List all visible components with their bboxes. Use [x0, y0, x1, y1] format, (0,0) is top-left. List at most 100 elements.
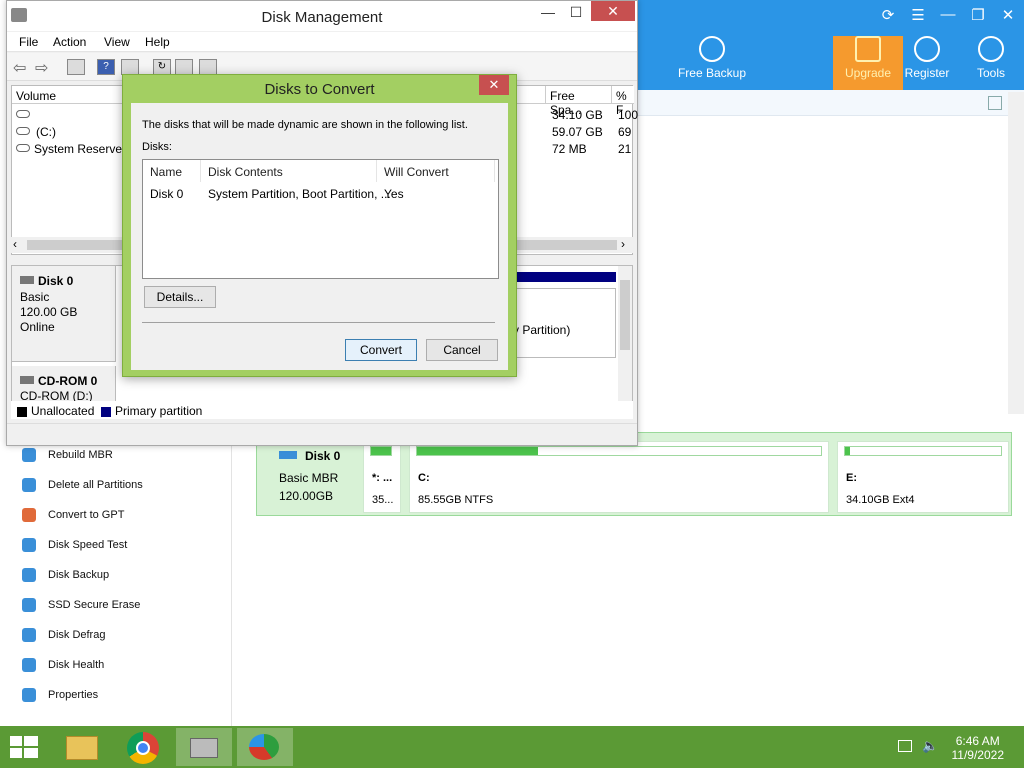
scroll-left-icon[interactable]: ‹	[13, 237, 17, 251]
free-backup-button[interactable]: Free Backup	[676, 36, 748, 90]
free-backup-label: Free Backup	[677, 66, 747, 80]
cdrom-info[interactable]: CD-ROM 0 CD-ROM (D:)	[12, 366, 116, 403]
search-key-icon	[914, 36, 940, 62]
back-arrow-icon[interactable]: ⇦	[13, 58, 26, 78]
trash-icon	[22, 478, 36, 492]
col-contents-label: Disk Contents	[208, 165, 283, 179]
rescan-icon[interactable]	[199, 59, 217, 75]
partition-label: *: ...	[372, 472, 393, 484]
partition-tool-taskbar-button[interactable]	[237, 728, 293, 766]
backup-icon	[22, 568, 36, 582]
col-name-label: Name	[150, 165, 183, 179]
right-scrollbar[interactable]	[1008, 92, 1024, 414]
help-icon[interactable]: ?	[97, 59, 115, 75]
health-icon	[22, 658, 36, 672]
network-icon[interactable]	[898, 740, 912, 752]
clock-time: 6:46 AM	[955, 734, 1000, 748]
row-convert: Yes	[384, 187, 404, 201]
app-toolbar: ⟳ ☰ — ❐ ✕ Free Backup Upgrade Register T…	[636, 0, 1024, 90]
menu-view[interactable]: View	[104, 35, 130, 49]
ssd-erase-item[interactable]: SSD Secure Erase	[22, 595, 140, 615]
dialog-title-bar[interactable]: Disks to Convert	[123, 75, 516, 103]
menu-action[interactable]: Action	[53, 35, 86, 49]
disk-backup-item[interactable]: Disk Backup	[22, 565, 109, 585]
speed-icon	[22, 538, 36, 552]
volume-name[interactable]: (C:)	[36, 125, 56, 139]
vertical-scrollbar[interactable]	[618, 266, 632, 402]
partition-c[interactable]: C: 85.55GB NTFS	[409, 441, 829, 513]
forward-arrow-icon[interactable]: ⇨	[35, 58, 48, 78]
list-row[interactable]: Disk 0 System Partition, Boot Partition,…	[143, 184, 498, 204]
disks-label: Disks:	[142, 141, 172, 153]
refresh-icon[interactable]: ⟳	[876, 6, 900, 24]
menu-help[interactable]: Help	[145, 35, 170, 49]
details-button[interactable]: Details...	[144, 286, 216, 308]
disk-management-taskbar-button[interactable]	[176, 728, 232, 766]
title-bar[interactable]: Disk Management — ☐ ✕	[7, 1, 637, 31]
volume-icon[interactable]: 🔈	[922, 738, 938, 754]
partition-tool-icon	[249, 734, 279, 760]
clock-date: 11/9/2022	[951, 748, 1005, 762]
properties-icon[interactable]	[121, 59, 139, 75]
volume-name[interactable]: System Reserved	[34, 142, 129, 156]
tools-button[interactable]: Tools	[956, 36, 1024, 90]
check-icon[interactable]	[175, 59, 193, 75]
register-label: Register	[904, 66, 950, 80]
partition-size: 34.10GB Ext4	[846, 494, 915, 506]
map-disk-size: 120.00GB	[279, 489, 334, 503]
chrome-taskbar-button[interactable]	[115, 728, 171, 766]
cancel-button[interactable]: Cancel	[426, 339, 498, 361]
disk-defrag-label: Disk Defrag	[48, 629, 106, 641]
disks-list[interactable]: Name Disk Contents Will Convert Disk 0 S…	[142, 159, 499, 279]
view-toggle-icon[interactable]	[988, 96, 1002, 110]
menu-icon[interactable]: ☰	[906, 6, 930, 24]
register-button[interactable]: Register	[892, 36, 962, 90]
dialog-title: Disks to Convert	[264, 81, 375, 98]
delete-partitions-item[interactable]: Delete all Partitions	[22, 475, 143, 495]
start-tile	[10, 748, 22, 758]
dialog-body: The disks that will be made dynamic are …	[131, 103, 508, 370]
col-contents[interactable]: Disk Contents	[201, 160, 377, 182]
windows-start-button[interactable]	[10, 736, 38, 760]
menu-file[interactable]: File	[19, 35, 38, 49]
volume-drive-icon	[16, 127, 30, 135]
column-percent[interactable]: % F	[612, 86, 634, 117]
row-name: Disk 0	[150, 187, 184, 201]
file-explorer-icon	[66, 736, 98, 760]
close-button[interactable]: ✕	[591, 1, 635, 21]
col-name[interactable]: Name	[143, 160, 201, 182]
volume-free: 59.07 GB	[552, 125, 603, 139]
volume-pct: 69	[618, 125, 632, 139]
convert-icon	[22, 508, 36, 522]
disk0-info[interactable]: Disk 0 Basic 120.00 GB Online	[12, 266, 116, 362]
partition-star[interactable]: *: ... 35...	[363, 441, 401, 513]
restore-icon[interactable]: ❐	[966, 6, 990, 24]
minimize-icon[interactable]: —	[533, 4, 563, 20]
minimize-icon[interactable]: —	[936, 6, 960, 23]
column-volume-label: Volume	[16, 89, 57, 103]
disk-health-item[interactable]: Disk Health	[22, 655, 104, 675]
scroll-thumb[interactable]	[620, 280, 630, 350]
convert-gpt-item[interactable]: Convert to GPT	[22, 505, 124, 525]
file-explorer-taskbar-button[interactable]	[54, 728, 110, 766]
delete-partitions-label: Delete all Partitions	[48, 479, 143, 491]
separator	[142, 322, 495, 323]
ssd-erase-label: SSD Secure Erase	[48, 599, 141, 611]
clock[interactable]: 6:46 AM 11/9/2022	[952, 734, 1005, 762]
rebuild-mbr-item[interactable]: Rebuild MBR	[22, 445, 113, 465]
scroll-right-icon[interactable]: ›	[621, 237, 625, 251]
disk-defrag-item[interactable]: Disk Defrag	[22, 625, 105, 645]
maximize-icon[interactable]: ☐	[561, 4, 591, 21]
partition-size: 35...	[372, 494, 394, 506]
col-convert[interactable]: Will Convert	[377, 160, 495, 182]
speed-test-item[interactable]: Disk Speed Test	[22, 535, 127, 555]
console-tree-icon[interactable]	[67, 59, 85, 75]
close-icon[interactable]: ✕	[996, 6, 1020, 24]
partition-e[interactable]: E: 34.10GB Ext4	[837, 441, 1009, 513]
convert-button[interactable]: Convert	[345, 339, 417, 361]
volume-free: 72 MB	[552, 142, 587, 156]
properties-item[interactable]: Properties	[22, 685, 98, 705]
dialog-close-button[interactable]: ✕	[479, 75, 509, 95]
column-free-space[interactable]: Free Spa...	[546, 86, 612, 117]
refresh-icon[interactable]: ↻	[153, 59, 171, 75]
